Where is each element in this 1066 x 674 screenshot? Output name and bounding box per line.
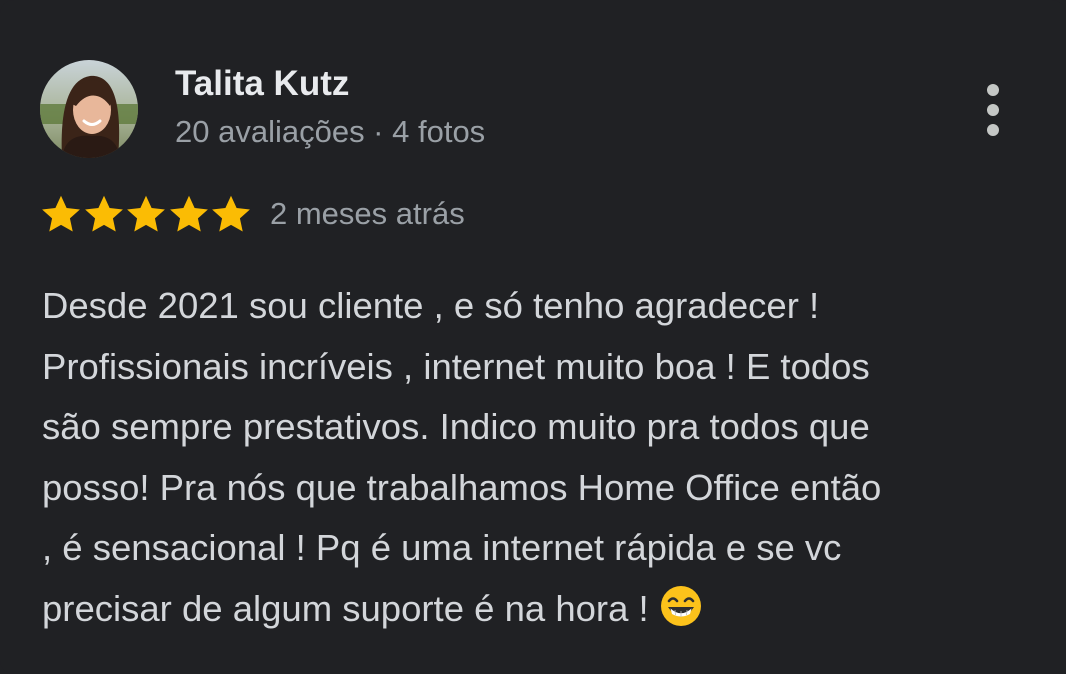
more-vert-icon-dot [987,104,999,116]
author-avatar[interactable] [40,60,138,158]
review-text-last-line: precisar de algum suporte é na hora ! [42,579,1042,640]
star-rating [40,192,253,236]
review-text: Desde 2021 sou cliente , e só tenho agra… [42,276,1042,639]
review-text-line: posso! Pra nós que trabalhamos Home Offi… [42,466,882,508]
grinning-face-with-smiling-eyes-icon [660,585,701,626]
star-icon [169,195,208,232]
review-text-line: Profissionais incríveis , internet muito… [42,345,870,387]
author-meta: 20 avaliações · 4 fotos [175,114,486,149]
review-card: Talita Kutz 20 avaliações · 4 fotos 2 me… [0,0,1066,674]
more-options-button[interactable] [970,78,1016,142]
review-text-line: precisar de algum suporte é na hora ! [42,587,649,629]
review-time: 2 meses atrás [270,196,465,231]
review-text-line: Desde 2021 sou cliente , e só tenho agra… [42,285,820,326]
more-vert-icon [987,84,999,96]
more-vert-icon-dot [987,124,999,136]
star-icon [127,195,165,232]
star-icon [84,195,123,232]
star-icon [42,195,80,232]
author-name[interactable]: Talita Kutz [175,64,349,104]
review-text-line: , é sensacional ! Pq é uma internet rápi… [42,527,842,568]
review-text-line: são sempre prestativos. Indico muito pra… [42,406,870,447]
star-icon [212,195,250,232]
avatar-photo [40,60,138,158]
